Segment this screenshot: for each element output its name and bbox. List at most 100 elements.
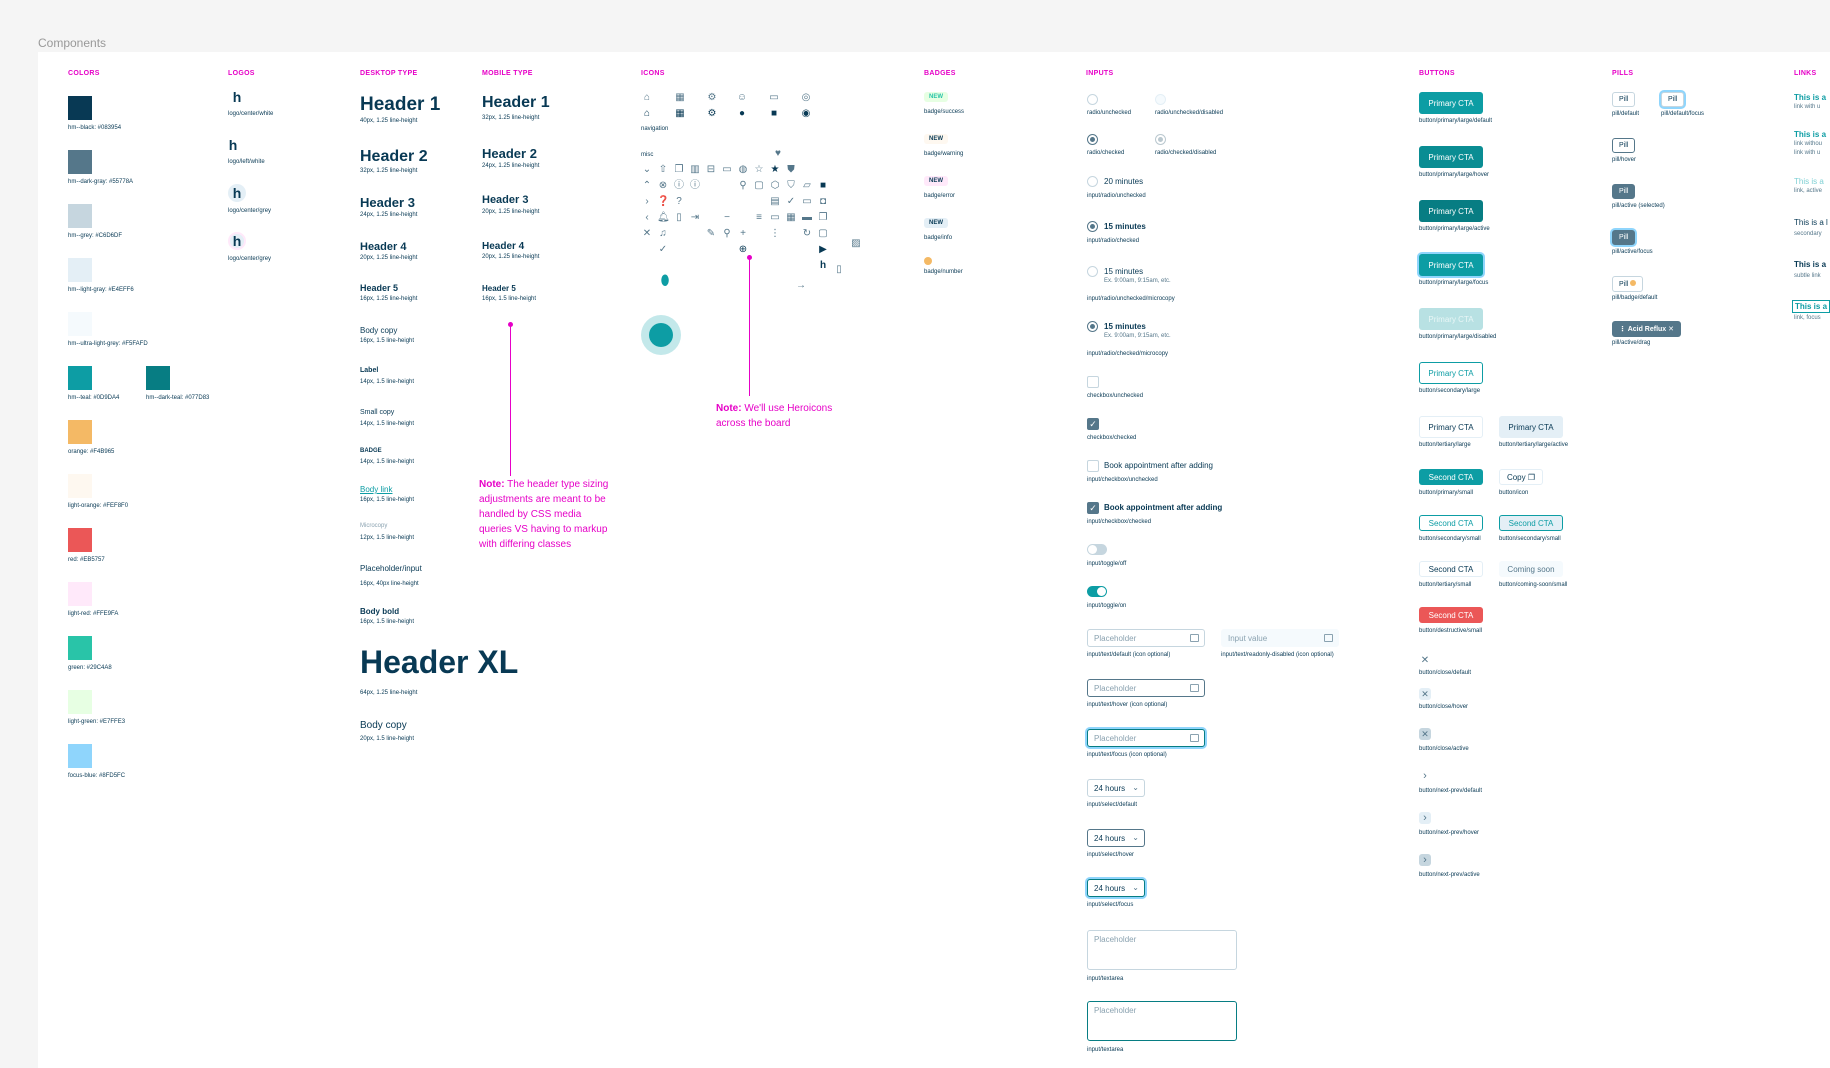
select-hover[interactable]: 24 hours ⌄ xyxy=(1087,829,1145,847)
input-label: input/radio/unchecked/microcopy xyxy=(1087,296,1175,302)
checkbox-book-appointment[interactable] xyxy=(1087,460,1099,472)
pill-badge[interactable]: Pill xyxy=(1612,276,1644,292)
type-header-1: Header 1 xyxy=(360,94,441,115)
close-default-button[interactable]: ✕ xyxy=(1419,654,1431,666)
checkbox-checked[interactable]: ✓ xyxy=(1087,418,1099,430)
primary-large-default-button[interactable]: Primary CTA xyxy=(1419,92,1483,114)
radio-15-minutes-micro-checked[interactable] xyxy=(1087,321,1098,332)
primary-large-active-button[interactable]: Primary CTA xyxy=(1419,200,1483,222)
close-active-button[interactable]: ✕ xyxy=(1419,728,1431,740)
text-input-default[interactable]: Placeholder xyxy=(1087,629,1205,647)
button-label: button/primary/large/hover xyxy=(1419,172,1490,178)
badge-number xyxy=(924,257,932,265)
pill-active-selected[interactable]: Pill xyxy=(1612,184,1636,199)
plus-icon: + xyxy=(740,228,746,239)
link-underlined[interactable]: This is a xyxy=(1794,93,1826,102)
input-label: input/select/hover xyxy=(1087,852,1135,858)
radio-20-minutes[interactable] xyxy=(1087,176,1098,187)
button-label: button/secondary/small xyxy=(1499,536,1561,542)
tertiary-large-button[interactable]: Primary CTA xyxy=(1419,416,1483,438)
drag-handle-icon[interactable]: ⋮ xyxy=(1619,326,1626,333)
link-no-underline[interactable]: This is a xyxy=(1794,130,1826,139)
video-camera-icon: ▭ xyxy=(722,164,732,175)
checkbox-book-appointment-checked[interactable]: ✓ xyxy=(1087,502,1099,514)
type-body-link[interactable]: Body link xyxy=(360,485,392,494)
destructive-small-button[interactable]: Second CTA xyxy=(1419,607,1483,623)
type-spec: 20px, 1.5 line-height xyxy=(360,736,415,742)
pill-active-drag[interactable]: ⋮ Acid Reflux ✕ xyxy=(1612,321,1682,337)
swatch-focus-blue xyxy=(68,744,92,768)
link-subtle[interactable]: This is a xyxy=(1794,260,1826,269)
input-label: input/radio/checked xyxy=(1087,238,1140,244)
radio-checked[interactable] xyxy=(1087,134,1098,145)
toggle-off[interactable] xyxy=(1087,544,1107,555)
input-label: input/radio/unchecked xyxy=(1087,193,1146,199)
pill-hover[interactable]: Pill xyxy=(1612,138,1636,153)
type-spec: 16px, 1.5 line-height xyxy=(360,619,415,625)
type-spec: 14px, 1.5 line-height xyxy=(360,421,415,427)
link-focus[interactable]: This is a xyxy=(1792,300,1830,313)
input-label: radio/checked xyxy=(1087,150,1125,156)
text-input-focus[interactable]: Placeholder xyxy=(1087,729,1205,747)
input-label: input/text/hover (icon optional) xyxy=(1087,702,1168,708)
type-spec: 40px, 1.25 line-height xyxy=(360,118,418,124)
frame-title: Components xyxy=(38,36,107,50)
textarea-focus[interactable]: Placeholder xyxy=(1087,1001,1237,1041)
next-prev-default-button[interactable]: › xyxy=(1419,770,1431,782)
type-spec: 16px, 1.5 line-height xyxy=(360,497,415,503)
toggle-on[interactable] xyxy=(1087,586,1107,597)
swatch-label: light-green: #E7FFE3 xyxy=(68,719,126,725)
search-icon: ⚲ xyxy=(723,228,731,239)
document-text-icon: ▤ xyxy=(770,196,780,207)
link-label: subtle link xyxy=(1794,273,1821,279)
pill-text: Pill xyxy=(1619,281,1629,288)
pill-default-focus[interactable]: Pill xyxy=(1661,92,1685,107)
type-spec: 14px, 1.5 line-height xyxy=(360,459,415,465)
primary-large-focus-button[interactable]: Primary CTA xyxy=(1419,254,1483,276)
pill-active-focus[interactable]: Pill xyxy=(1612,230,1636,245)
input-label: input/text/focus (icon optional) xyxy=(1087,752,1167,758)
select-focus[interactable]: 24 hours ⌄ xyxy=(1087,879,1145,897)
close-icon[interactable]: ✕ xyxy=(1668,326,1674,333)
tertiary-large-active-button[interactable]: Primary CTA xyxy=(1499,416,1563,438)
link-secondary[interactable]: This is a l xyxy=(1794,218,1828,227)
swatch-dark-teal xyxy=(146,366,170,390)
type-spec: 24px, 1.25 line-height xyxy=(360,212,418,218)
type-body-copy-large: Body copy xyxy=(360,720,407,731)
radio-unchecked[interactable] xyxy=(1087,94,1098,105)
swatch-label: hm--dark-gray: #55778A xyxy=(68,179,134,185)
link-active[interactable]: This is a xyxy=(1794,177,1824,186)
checkbox-unchecked[interactable] xyxy=(1087,376,1099,388)
close-hover-button[interactable]: ✕ xyxy=(1419,688,1431,700)
radio-15-minutes-micro[interactable] xyxy=(1087,266,1098,277)
button-label: button/icon xyxy=(1499,490,1529,496)
radio-15-minutes[interactable] xyxy=(1087,221,1098,232)
logo-center-grey: h xyxy=(228,184,246,202)
secondary-large-button[interactable]: Primary CTA xyxy=(1419,362,1483,384)
pill-label: pill/badge/default xyxy=(1612,295,1658,301)
tertiary-small-button[interactable]: Second CTA xyxy=(1419,561,1483,577)
radio-microcopy: Ex. 9:00am, 9:15am, etc. xyxy=(1104,278,1171,284)
link-label: link with u xyxy=(1794,104,1821,110)
button-label: button/primary/large/active xyxy=(1419,226,1490,232)
device-mobile-icon: ▯ xyxy=(836,264,842,275)
text-input-hover[interactable]: Placeholder xyxy=(1087,679,1205,697)
user-circle-solid-icon: ◉ xyxy=(801,108,811,119)
secondary-small-button[interactable]: Second CTA xyxy=(1419,515,1483,531)
loading-spinner xyxy=(641,315,681,355)
truck-icon: ⊟ xyxy=(706,164,716,175)
mobile-header-3: Header 3 xyxy=(482,194,529,206)
note-line xyxy=(749,259,750,396)
pill-label: pill/active/focus xyxy=(1612,249,1653,255)
copy-button[interactable]: Copy ❐ xyxy=(1499,469,1543,485)
primary-large-hover-button[interactable]: Primary CTA xyxy=(1419,146,1483,168)
select-default[interactable]: 24 hours ⌄ xyxy=(1087,779,1145,797)
secondary-small-hover-button[interactable]: Second CTA xyxy=(1499,515,1563,531)
cube-icon: ⬡ xyxy=(770,180,780,191)
section-mobile-type: MOBILE TYPE xyxy=(482,70,533,77)
next-prev-active-button[interactable]: › xyxy=(1419,854,1431,866)
next-prev-hover-button[interactable]: › xyxy=(1419,812,1431,824)
primary-small-button[interactable]: Second CTA xyxy=(1419,469,1483,485)
pill-default[interactable]: Pill xyxy=(1612,92,1636,107)
textarea-default[interactable]: Placeholder xyxy=(1087,930,1237,970)
